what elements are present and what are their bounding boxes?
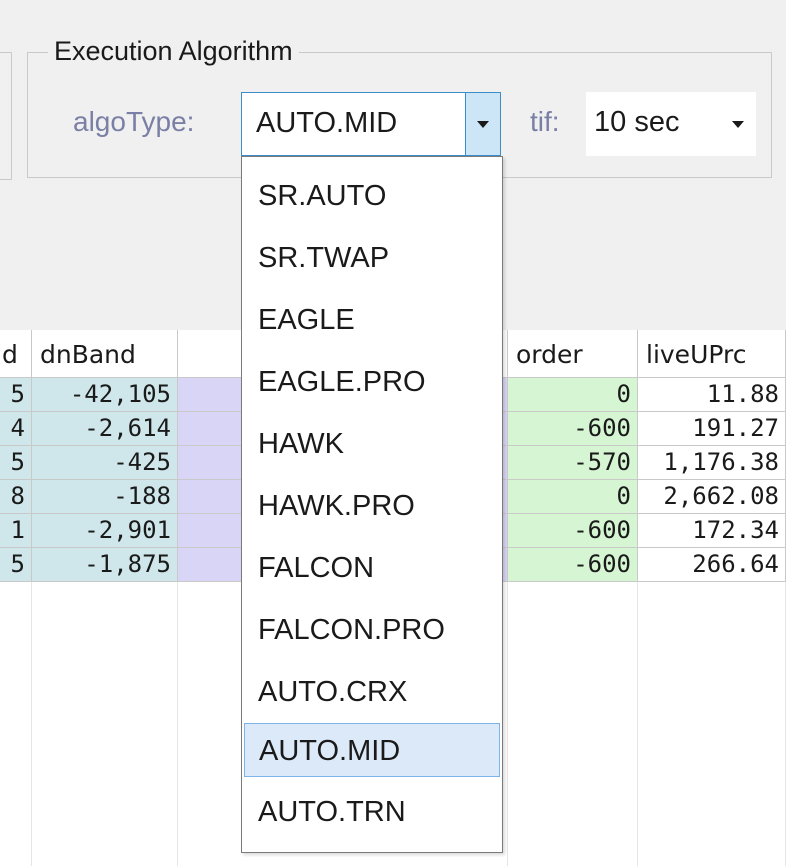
column-header-order[interactable]: order	[508, 330, 638, 378]
dropdown-option-auto-crx[interactable]: AUTO.CRX	[244, 665, 500, 719]
table-cell[interactable]: 266.64	[638, 548, 786, 582]
adjacent-group-box-edge	[0, 52, 12, 180]
table-cell[interactable]: -600	[508, 548, 638, 582]
algo-type-dropdown-button[interactable]	[465, 92, 501, 156]
dropdown-option-falcon-pro[interactable]: FALCON.PRO	[244, 603, 500, 657]
algo-type-value: AUTO.MID	[256, 107, 398, 139]
dropdown-option-falcon[interactable]: FALCON	[244, 541, 500, 595]
table-cell[interactable]: -42,105	[32, 378, 178, 412]
column-header-liveuprc[interactable]: liveUPrc	[638, 330, 786, 378]
table-cell[interactable]: 11.88	[638, 378, 786, 412]
table-cell[interactable]: 0	[508, 480, 638, 514]
table-cell[interactable]: -570	[508, 446, 638, 480]
table-cell[interactable]: 4	[0, 412, 32, 446]
tif-value: 10 sec	[594, 106, 680, 138]
dropdown-option-sr-auto[interactable]: SR.AUTO	[244, 169, 500, 223]
tif-combobox[interactable]: 10 sec	[586, 92, 756, 156]
dropdown-option-hawk-pro[interactable]: HAWK.PRO	[244, 479, 500, 533]
table-cell[interactable]: 191.27	[638, 412, 786, 446]
chevron-down-icon	[477, 121, 489, 128]
dropdown-option-auto-trn[interactable]: AUTO.TRN	[244, 785, 500, 839]
tif-dropdown-button[interactable]	[720, 92, 756, 156]
tif-label: tif:	[530, 106, 560, 137]
algo-type-combobox[interactable]: AUTO.MID	[241, 92, 501, 156]
dropdown-option-eagle-pro[interactable]: EAGLE.PRO	[244, 355, 500, 409]
table-cell[interactable]: 8	[0, 480, 32, 514]
table-cell[interactable]: -2,614	[32, 412, 178, 446]
dropdown-option-hawk[interactable]: HAWK	[244, 417, 500, 471]
table-cell[interactable]: -188	[32, 480, 178, 514]
table-cell[interactable]: 5	[0, 548, 32, 582]
table-cell[interactable]: 2,662.08	[638, 480, 786, 514]
table-cell[interactable]: 1,176.38	[638, 446, 786, 480]
column-header[interactable]: d	[0, 330, 32, 378]
table-cell[interactable]: -2,901	[32, 514, 178, 548]
chevron-down-icon	[732, 121, 744, 128]
table-cell[interactable]: -600	[508, 514, 638, 548]
column-header-dnband[interactable]: dnBand	[32, 330, 178, 378]
dropdown-option-sr-twap[interactable]: SR.TWAP	[244, 231, 500, 285]
table-cell[interactable]: 1	[0, 514, 32, 548]
group-title: Execution Algorithm	[48, 36, 299, 67]
table-cell[interactable]: 172.34	[638, 514, 786, 548]
table-cell[interactable]: 0	[508, 378, 638, 412]
dropdown-option-auto-mid[interactable]: AUTO.MID	[244, 723, 500, 777]
table-cell[interactable]: -425	[32, 446, 178, 480]
table-cell[interactable]: 5	[0, 378, 32, 412]
dropdown-option-eagle[interactable]: EAGLE	[244, 293, 500, 347]
algo-type-dropdown-list[interactable]: SR.AUTO SR.TWAP EAGLE EAGLE.PRO HAWK HAW…	[241, 156, 503, 853]
table-cell[interactable]: 5	[0, 446, 32, 480]
table-cell[interactable]: -1,875	[32, 548, 178, 582]
table-cell[interactable]: -600	[508, 412, 638, 446]
algo-type-label: algoType:	[73, 106, 195, 137]
